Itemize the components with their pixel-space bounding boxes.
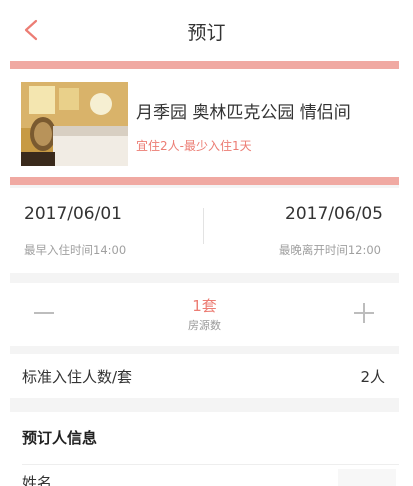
name-input[interactable] bbox=[338, 469, 396, 486]
increase-button[interactable] bbox=[354, 303, 374, 323]
guest-count-value: 2人 bbox=[360, 368, 385, 386]
room-capacity-note: 宜住2人-最少入住1天 bbox=[136, 139, 252, 153]
room-count: 1套 bbox=[192, 297, 217, 315]
room-card[interactable]: 月季园 奥林匹克公园 情侣间 宜住2人-最少入住1天 bbox=[10, 70, 399, 178]
booker-info-title: 预订人信息 bbox=[22, 429, 98, 447]
booker-info-section: 预订人信息 姓名 bbox=[10, 412, 399, 486]
date-selector[interactable]: 2017/06/01 最早入住时间14:00 2017/06/05 最晚离开时间… bbox=[10, 188, 399, 273]
check-in-note: 最早入住时间14:00 bbox=[24, 243, 127, 257]
top-accent-bar bbox=[10, 61, 399, 69]
chevron-left-icon bbox=[24, 19, 38, 41]
name-field-label: 姓名 bbox=[22, 474, 53, 486]
check-out-date[interactable]: 2017/06/05 bbox=[285, 204, 383, 224]
room-count-stepper: 1套 房源数 bbox=[10, 283, 399, 346]
divider bbox=[10, 273, 399, 283]
guest-count-row: 标准入住人数/套 2人 bbox=[10, 354, 399, 398]
divider bbox=[10, 346, 399, 354]
bottom-accent-bar bbox=[10, 177, 399, 185]
divider bbox=[22, 464, 399, 465]
room-name: 月季园 奥林匹克公园 情侣间 bbox=[136, 103, 351, 123]
nav-bar: 预订 bbox=[0, 0, 413, 58]
booking-screen: 预订 月季园 奥林匹克公园 情侣间 宜住2人-最少入住1天 2017/06/01… bbox=[0, 0, 413, 486]
date-divider bbox=[203, 208, 204, 244]
guest-count-label: 标准入住人数/套 bbox=[22, 368, 133, 386]
check-in-date[interactable]: 2017/06/01 bbox=[24, 204, 122, 224]
room-photo bbox=[21, 82, 128, 166]
check-out-note: 最晚离开时间12:00 bbox=[278, 243, 381, 257]
page-title: 预订 bbox=[187, 22, 226, 44]
divider bbox=[10, 398, 399, 412]
back-button[interactable] bbox=[22, 19, 40, 41]
room-count-label: 房源数 bbox=[188, 319, 221, 332]
